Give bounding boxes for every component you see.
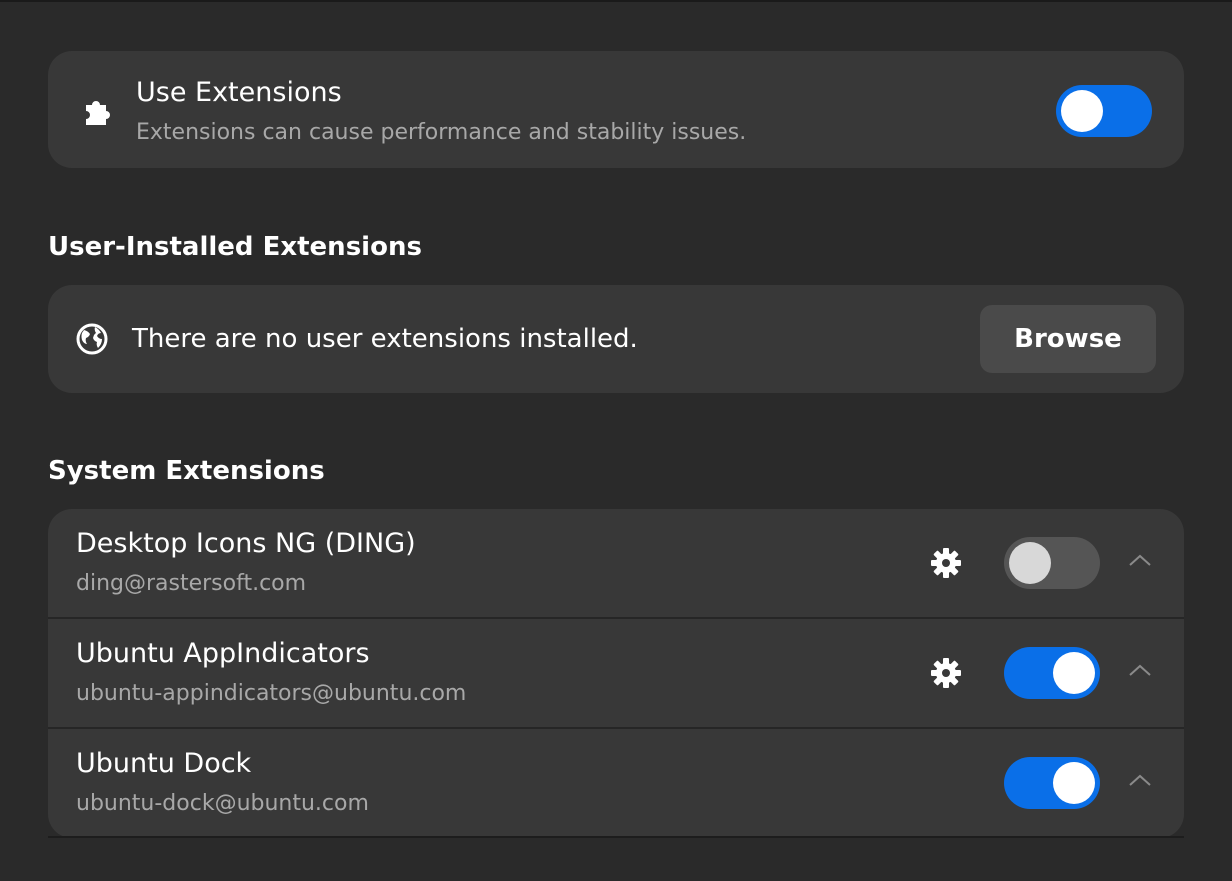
use-extensions-subtitle: Extensions can cause performance and sta… xyxy=(136,120,747,145)
list-item-desktop-icons[interactable]: Desktop Icons NG (DING) ding@rastersoft.… xyxy=(48,509,1184,618)
extension-id: ubuntu-appindicators@ubuntu.com xyxy=(76,681,467,706)
toggle-knob xyxy=(1061,90,1103,132)
user-extensions-empty-message: There are no user extensions installed. xyxy=(132,324,638,354)
gear-icon[interactable] xyxy=(928,655,964,691)
list-item-ubuntu-dock[interactable]: Ubuntu Dock ubuntu-dock@ubuntu.com xyxy=(48,729,1184,838)
extension-id: ding@rastersoft.com xyxy=(76,571,307,596)
user-installed-heading: User-Installed Extensions xyxy=(48,232,422,262)
toggle-knob xyxy=(1053,652,1095,694)
gear-icon[interactable] xyxy=(928,545,964,581)
chevron-up-icon[interactable] xyxy=(1126,659,1154,683)
extension-name: Ubuntu Dock xyxy=(76,748,252,779)
chevron-up-icon[interactable] xyxy=(1126,549,1154,573)
ding-toggle[interactable] xyxy=(1004,537,1100,589)
list-bottom-border xyxy=(48,836,1184,838)
ubuntu-dock-toggle[interactable] xyxy=(1004,757,1100,809)
extension-id: ubuntu-dock@ubuntu.com xyxy=(76,791,369,816)
system-extensions-heading: System Extensions xyxy=(48,456,325,486)
chevron-up-icon[interactable] xyxy=(1126,769,1154,793)
toggle-knob xyxy=(1053,762,1095,804)
use-extensions-toggle[interactable] xyxy=(1056,85,1152,137)
toggle-knob xyxy=(1009,542,1051,584)
extension-name: Ubuntu AppIndicators xyxy=(76,638,370,669)
globe-icon xyxy=(76,323,108,355)
puzzle-icon xyxy=(86,101,110,125)
use-extensions-title: Use Extensions xyxy=(136,77,342,108)
list-item-appindicators[interactable]: Ubuntu AppIndicators ubuntu-appindicator… xyxy=(48,619,1184,728)
extension-name: Desktop Icons NG (DING) xyxy=(76,528,416,559)
extensions-page: Use Extensions Extensions can cause perf… xyxy=(0,0,1232,881)
appindicators-toggle[interactable] xyxy=(1004,647,1100,699)
browse-button[interactable]: Browse xyxy=(980,305,1156,373)
